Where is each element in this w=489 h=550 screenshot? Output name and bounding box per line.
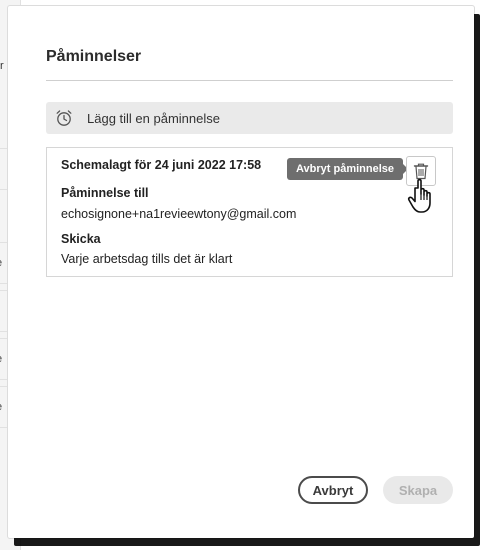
send-label: Skicka: [61, 232, 101, 246]
background-text-fragment: r: [0, 60, 4, 72]
hand-pointer-cursor-icon: [407, 178, 431, 213]
cancel-reminder-tooltip: Avbryt påminnelse: [287, 158, 409, 180]
dialog-title: Påminnelser: [46, 48, 142, 65]
title-divider: [46, 80, 453, 81]
add-reminder-button[interactable]: Lägg till en påminnelse: [46, 102, 453, 134]
cancel-button[interactable]: Avbryt: [298, 476, 368, 504]
background-text-fragment: e: [0, 339, 2, 379]
background-text-fragment: e: [0, 387, 2, 427]
reminder-to-value: echosignone+na1revieewtony@gmail.com: [61, 207, 297, 221]
send-value: Varje arbetsdag tills det är klart: [61, 252, 233, 266]
add-reminder-label: Lägg till en påminnelse: [87, 110, 220, 126]
alarm-clock-icon: [56, 110, 72, 126]
reminder-card: Schemalagt för 24 juni 2022 17:58 Påminn…: [46, 147, 453, 277]
background-text-fragment: e: [0, 243, 2, 283]
trash-icon: [413, 163, 429, 179]
create-button[interactable]: Skapa: [383, 476, 453, 504]
scheduled-text: Schemalagt för 24 juni 2022 17:58: [61, 158, 262, 172]
reminders-dialog: Påminnelser Lägg till en påminnelse Sche…: [8, 6, 474, 538]
reminder-to-label: Påminnelse till: [61, 186, 149, 200]
